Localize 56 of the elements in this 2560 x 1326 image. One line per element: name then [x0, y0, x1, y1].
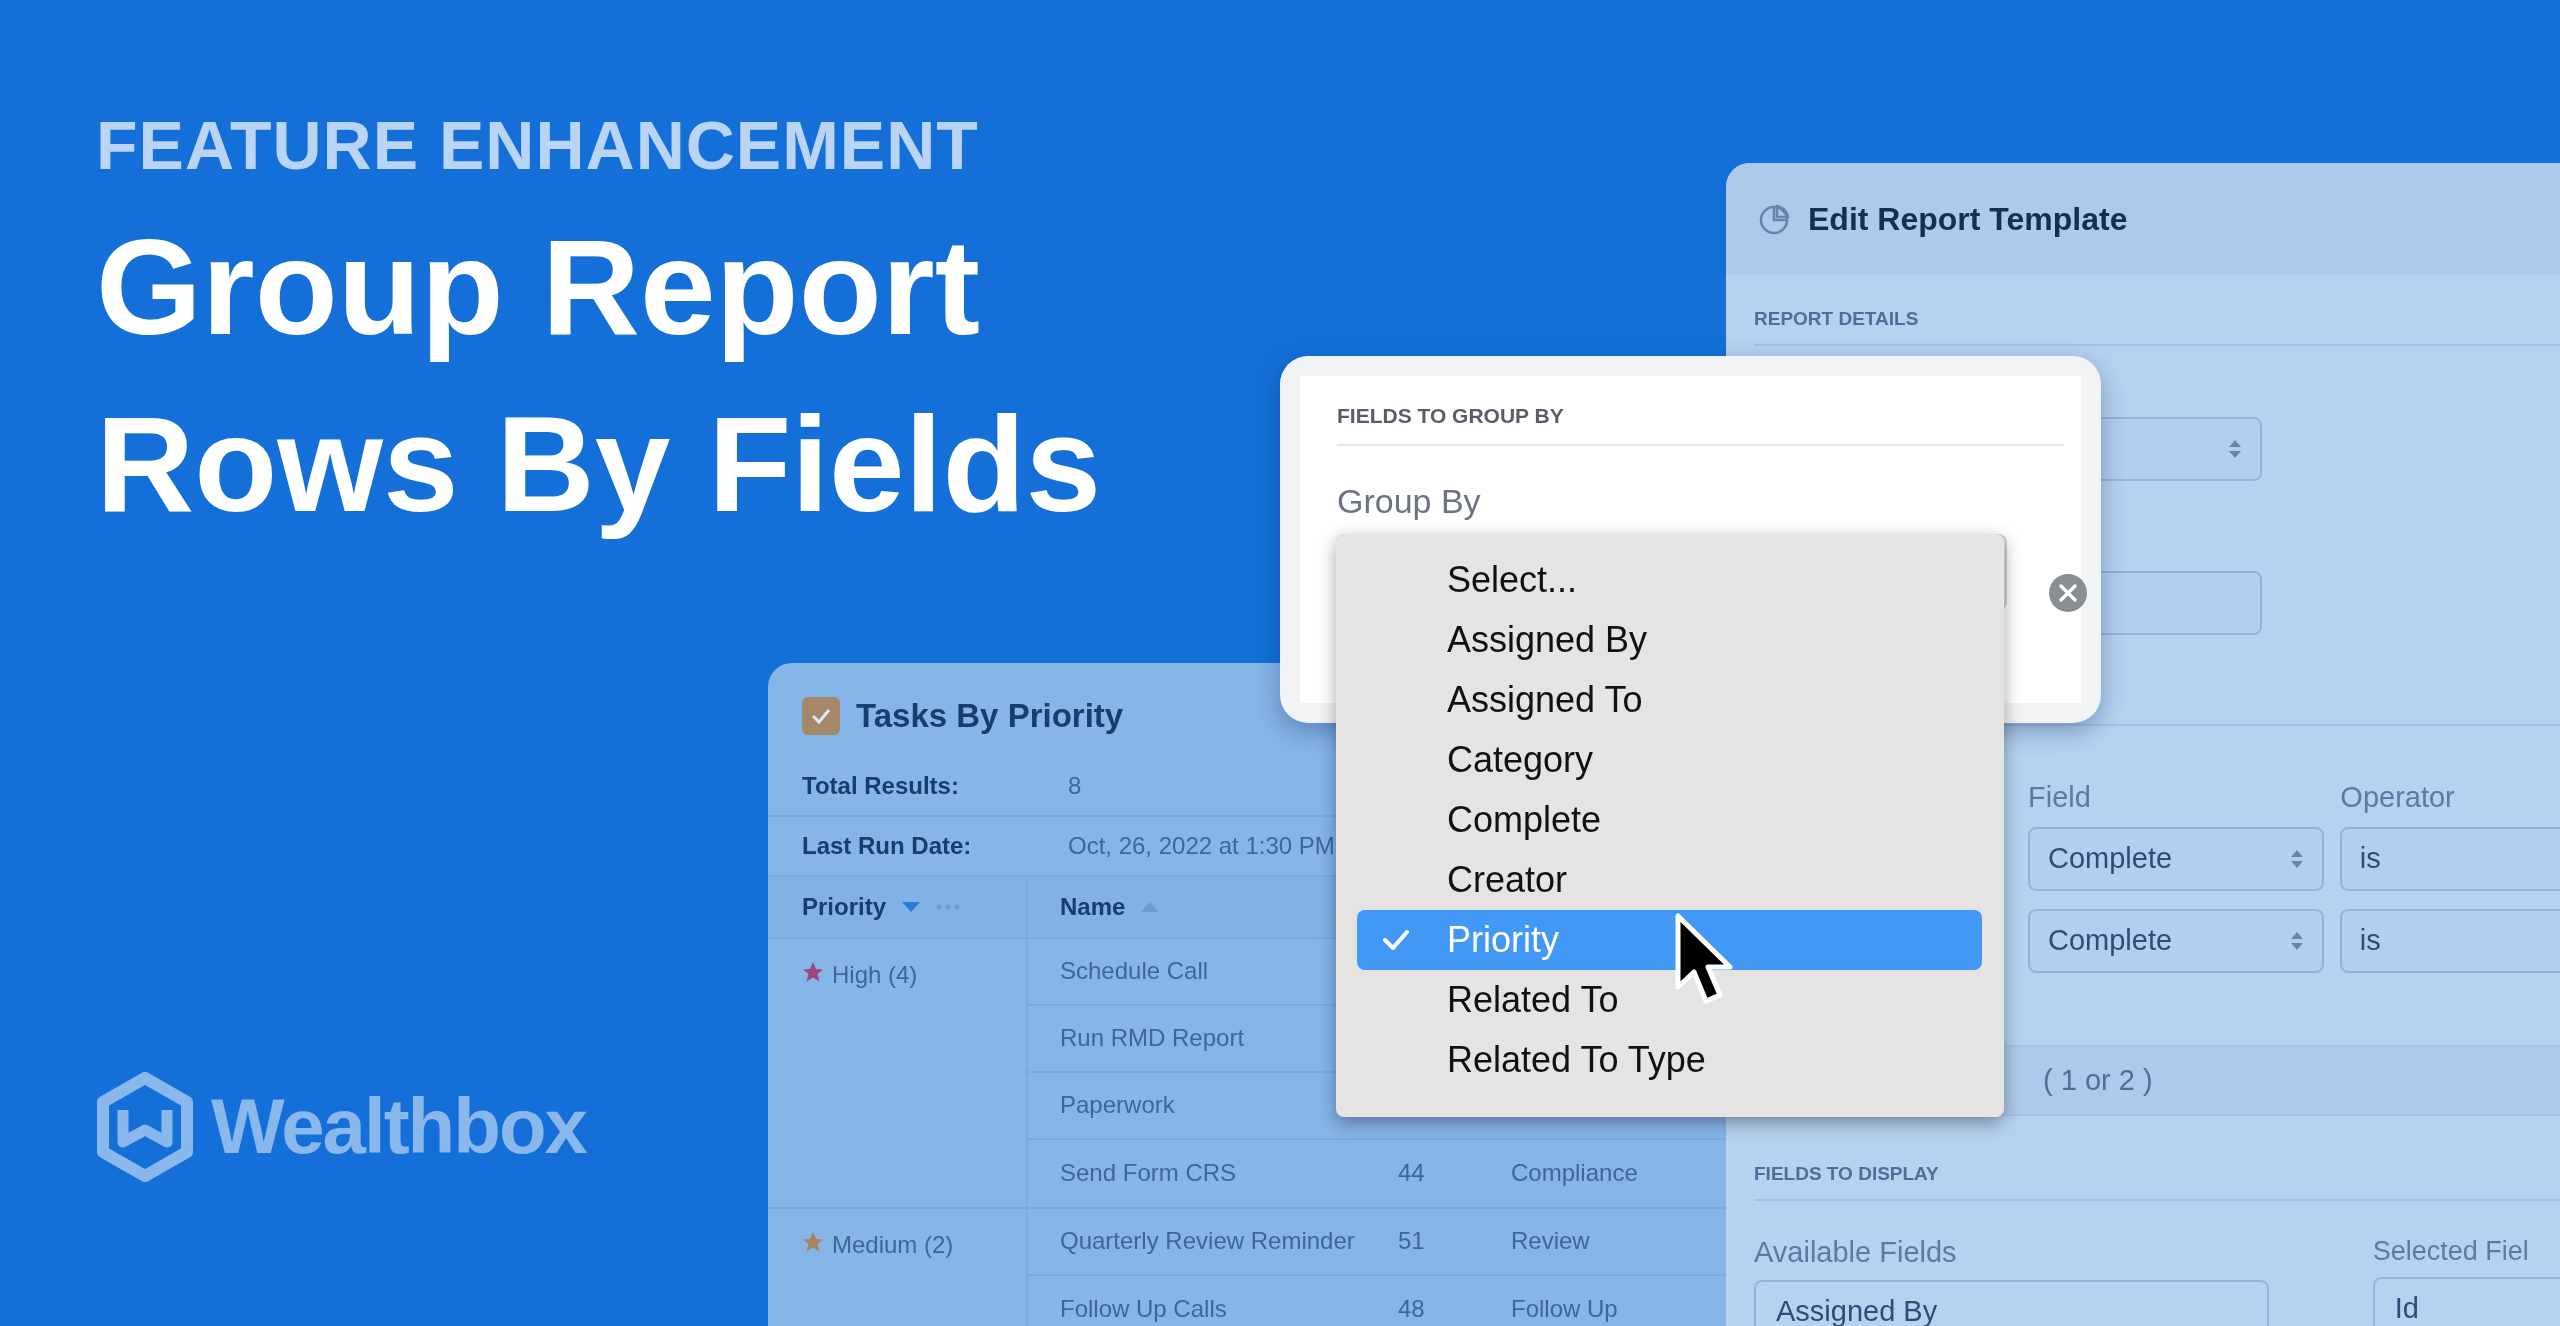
- report-title: Tasks By Priority: [856, 696, 1124, 736]
- menu-item[interactable]: Complete: [1357, 790, 1982, 850]
- menu-item[interactable]: Assigned To: [1357, 670, 1982, 730]
- menu-item[interactable]: Category: [1357, 730, 1982, 790]
- table-cell-text: Review: [1511, 1226, 1590, 1256]
- field-label: Group By: [1337, 480, 1482, 522]
- column-header[interactable]: Priority: [802, 888, 887, 925]
- sort-arrows-icon: [2289, 848, 2304, 870]
- section-heading: FIELDS TO GROUP BY: [1337, 400, 2064, 446]
- menu-item[interactable]: Priority: [1357, 910, 1982, 970]
- table-cell-text: Send Form CRS: [1059, 1158, 1238, 1188]
- table-cell-text: 44: [1398, 1158, 1426, 1188]
- headline: Rows By Fields: [96, 386, 1102, 542]
- field-value: 8: [1068, 770, 1082, 801]
- eyebrow-text: FEATURE ENHANCEMENT: [96, 108, 980, 183]
- list-label: Available Fields: [1754, 1234, 1958, 1270]
- list-box[interactable]: Id: [2372, 1277, 2560, 1326]
- menu-item[interactable]: Assigned By: [1357, 610, 1982, 670]
- list-item[interactable]: Id: [2394, 1287, 2560, 1326]
- select-field[interactable]: Complete: [2028, 909, 2324, 973]
- field-value: Oct, 26, 2022 at 1:30 PM: [1068, 830, 1335, 861]
- table-cell-text: Compliance: [1511, 1158, 1638, 1188]
- column-label: Operator: [2340, 779, 2456, 815]
- menu-item[interactable]: Related To Type: [1357, 1030, 1982, 1090]
- table-cell-text: Quarterly Review Reminder: [1059, 1226, 1356, 1256]
- group-label: Medium (2): [832, 1229, 954, 1260]
- select-field[interactable]: is: [2339, 909, 2560, 973]
- brand-name: Wealthbox: [211, 1081, 586, 1172]
- checkmark-icon: [1383, 928, 1409, 952]
- table-cell-text: Follow Up Calls: [1059, 1294, 1228, 1324]
- checkbox-icon: [802, 696, 840, 735]
- select-field[interactable]: Complete: [2028, 827, 2324, 891]
- table-cell-text: 51: [1398, 1226, 1426, 1256]
- pie-chart-icon: [1758, 203, 1790, 235]
- hint-text: ( 1 or 2 ): [2043, 1062, 2153, 1098]
- list-label: Selected Fiel: [2372, 1234, 2530, 1268]
- headline: Group Report: [96, 209, 981, 365]
- field-label: Last Run Date:: [802, 830, 973, 861]
- section-heading: FIELDS TO DISPLAY: [1754, 1160, 2560, 1201]
- menu-item[interactable]: Select...: [1357, 550, 1982, 610]
- close-icon[interactable]: [2049, 574, 2087, 612]
- panel-title: Edit Report Template: [1808, 200, 2128, 239]
- field-label: Total Results:: [802, 770, 960, 801]
- select-field[interactable]: is: [2339, 827, 2560, 891]
- table-cell-text: 48: [1398, 1294, 1426, 1324]
- table-cell-text: Follow Up: [1511, 1294, 1618, 1324]
- menu-item[interactable]: Related To: [1357, 970, 1982, 1030]
- table-cell-text: Paperwork: [1059, 1090, 1176, 1120]
- menu-item[interactable]: Creator: [1357, 850, 1982, 910]
- column-label: Field: [2028, 779, 2092, 815]
- group-label: High (4): [832, 959, 918, 990]
- section-heading: REPORT DETAILS: [1754, 305, 2560, 346]
- table-cell-text: Schedule Call: [1059, 956, 1210, 986]
- column-header[interactable]: Name: [1060, 888, 1126, 925]
- sort-arrows-icon: [2289, 930, 2304, 952]
- table-cell-text: Run RMD Report: [1059, 1023, 1246, 1053]
